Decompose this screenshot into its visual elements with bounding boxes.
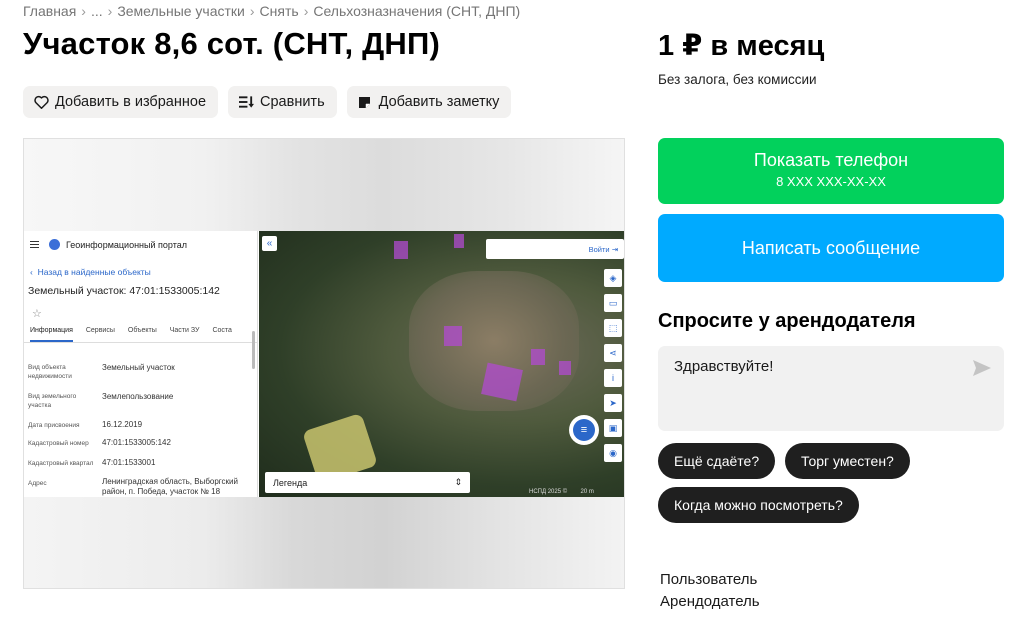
map-copyright: НСПД 2025 © 20 m: [529, 489, 594, 495]
location-icon: ◉: [604, 444, 622, 462]
map-login-bar: Войти ⇥: [486, 239, 624, 259]
portal-info-panel: Геоинформационный портал ‹ Назад в найде…: [24, 231, 258, 497]
listing-photo[interactable]: Геоинформационный портал ‹ Назад в найде…: [23, 138, 625, 589]
rental-terms: Без залога, без комиссии: [658, 72, 817, 87]
breadcrumb-separator: ›: [81, 3, 86, 19]
map-login-label: Войти: [588, 244, 610, 254]
portal-field-label: Дата присвоения: [28, 422, 80, 429]
write-message-button[interactable]: Написать сообщение: [658, 214, 1004, 282]
portal-object-title: Земельный участок: 47:01:1533005:142: [28, 285, 220, 297]
portal-field-label: Кадастровый квартал: [28, 460, 94, 467]
card-icon: ▭: [604, 294, 622, 312]
compare-icon: [238, 94, 254, 110]
portal-field-value: Ленинградская область, Выборгский район,…: [102, 477, 238, 496]
portal-logo-icon: [49, 239, 60, 250]
navigate-icon: ➤: [604, 394, 622, 412]
breadcrumb-home[interactable]: Главная: [23, 3, 76, 19]
share-icon: ⋖: [604, 344, 622, 362]
portal-field-label: Вид объекта недвижимости: [28, 364, 72, 380]
login-icon: ⇥: [611, 244, 618, 254]
map-plot: [531, 349, 545, 365]
breadcrumb-land[interactable]: Земельные участки: [117, 3, 245, 19]
portal-field-label: Адрес: [28, 480, 47, 487]
portal-tab: Части ЗУ: [169, 327, 200, 334]
portal-tabs: Информация Сервисы Объекты Части ЗУ Сост…: [24, 327, 258, 343]
quick-question-chip[interactable]: Когда можно посмотреть?: [658, 487, 859, 523]
listing-actions: Добавить в избранное Сравнить Добавить з…: [23, 86, 512, 118]
portal-screenshot: Геоинформационный портал ‹ Назад в найде…: [24, 231, 624, 497]
portal-back-label: Назад в найденные объекты: [37, 267, 151, 277]
legend-label: Легенда: [273, 477, 308, 488]
portal-field-value: Земельный участок: [102, 363, 175, 372]
menu-icon: [30, 241, 39, 248]
copyright-text: НСПД 2025 ©: [529, 489, 568, 495]
portal-field-value: 47:01:1533005:142: [102, 438, 171, 447]
show-phone-button[interactable]: Показать телефон 8 XXX XXX-XX-XX: [658, 138, 1004, 204]
map-toolbar: ◈ ▭ ⬚ ⋖ i ➤ ▣ ◉: [604, 269, 622, 462]
add-favorite-label: Добавить в избранное: [55, 94, 207, 110]
layers-icon: ◈: [604, 269, 622, 287]
portal-field-label: Вид земельного участка: [28, 393, 77, 409]
legend-toggle-icon: ⇕: [454, 477, 462, 487]
frame-icon: ⬚: [604, 319, 622, 337]
seller-role: Арендодатель: [660, 593, 760, 610]
map-plot: [454, 234, 464, 248]
map-plot: [394, 241, 408, 259]
ask-message-box[interactable]: [658, 346, 1004, 431]
seller-name[interactable]: Пользователь: [660, 569, 760, 591]
photo-blur-top: [24, 139, 624, 231]
price: 1 ₽ в месяц: [658, 30, 825, 62]
portal-field-value: Землепользование: [102, 392, 174, 401]
seller-info: Пользователь Арендодатель: [660, 569, 760, 613]
portal-header: Геоинформационный портал: [30, 239, 187, 250]
map-legend: Легенда ⇕: [265, 472, 470, 493]
screen-icon: ▣: [604, 419, 622, 437]
map-plot: [444, 326, 462, 346]
photo-blur-bottom: [24, 497, 624, 588]
portal-tab: Объекты: [127, 327, 157, 334]
breadcrumb-category[interactable]: Сельхозназначения (СНТ, ДНП): [313, 3, 520, 19]
heart-icon: [33, 94, 49, 110]
breadcrumb-rent[interactable]: Снять: [260, 3, 299, 19]
note-icon: [357, 94, 373, 110]
star-icon: ☆: [32, 308, 42, 320]
add-favorite-button[interactable]: Добавить в избранное: [23, 86, 219, 118]
portal-field-value: 16.12.2019: [102, 420, 143, 429]
collapse-panel-icon: «: [262, 236, 277, 251]
portal-field-label: Кадастровый номер: [28, 440, 89, 447]
info-icon: i: [604, 369, 622, 387]
portal-tab: Сервисы: [85, 327, 115, 334]
satellite-map: « Войти ⇥ ◈ ▭ ⬚ ⋖ i ➤ ▣ ◉ ≡ Легенда ⇕ НС…: [259, 231, 624, 497]
phone-number-masked: 8 XXX XXX-XX-XX: [776, 174, 886, 189]
quick-question-chip[interactable]: Торг уместен?: [785, 443, 910, 479]
chat-icon: ≡: [573, 419, 595, 441]
ask-landlord-heading: Спросите у арендодателя: [658, 310, 916, 332]
portal-scrollbar: [252, 331, 255, 369]
portal-field-value: 47:01:1533001: [102, 458, 156, 467]
scale-text: 20 m: [580, 489, 594, 495]
add-note-label: Добавить заметку: [378, 94, 500, 110]
show-phone-label: Показать телефон: [753, 150, 909, 170]
map-chat-icon: ≡: [569, 415, 599, 445]
breadcrumb-ellipsis[interactable]: ...: [91, 3, 103, 19]
portal-tab: Информация: [30, 327, 73, 342]
ask-message-input[interactable]: [674, 358, 954, 375]
map-plot: [559, 361, 571, 375]
breadcrumb: Главная ›... › Земельные участки › Снять › Сель…: [23, 3, 520, 19]
breadcrumb-separator: ›: [249, 3, 255, 19]
compare-label: Сравнить: [260, 94, 325, 110]
add-note-button[interactable]: Добавить заметку: [346, 86, 512, 118]
portal-title: Геоинформационный портал: [66, 239, 187, 250]
send-icon[interactable]: [973, 360, 991, 376]
breadcrumb-separator: ›: [303, 3, 309, 19]
portal-tab: Соста: [212, 327, 232, 334]
page-title: Участок 8,6 сот. (СНТ, ДНП): [23, 26, 441, 61]
compare-button[interactable]: Сравнить: [228, 86, 337, 118]
breadcrumb-separator: ›: [107, 3, 113, 19]
quick-question-chip[interactable]: Ещё сдаёте?: [658, 443, 776, 479]
portal-back-link: ‹ Назад в найденные объекты: [30, 267, 151, 277]
